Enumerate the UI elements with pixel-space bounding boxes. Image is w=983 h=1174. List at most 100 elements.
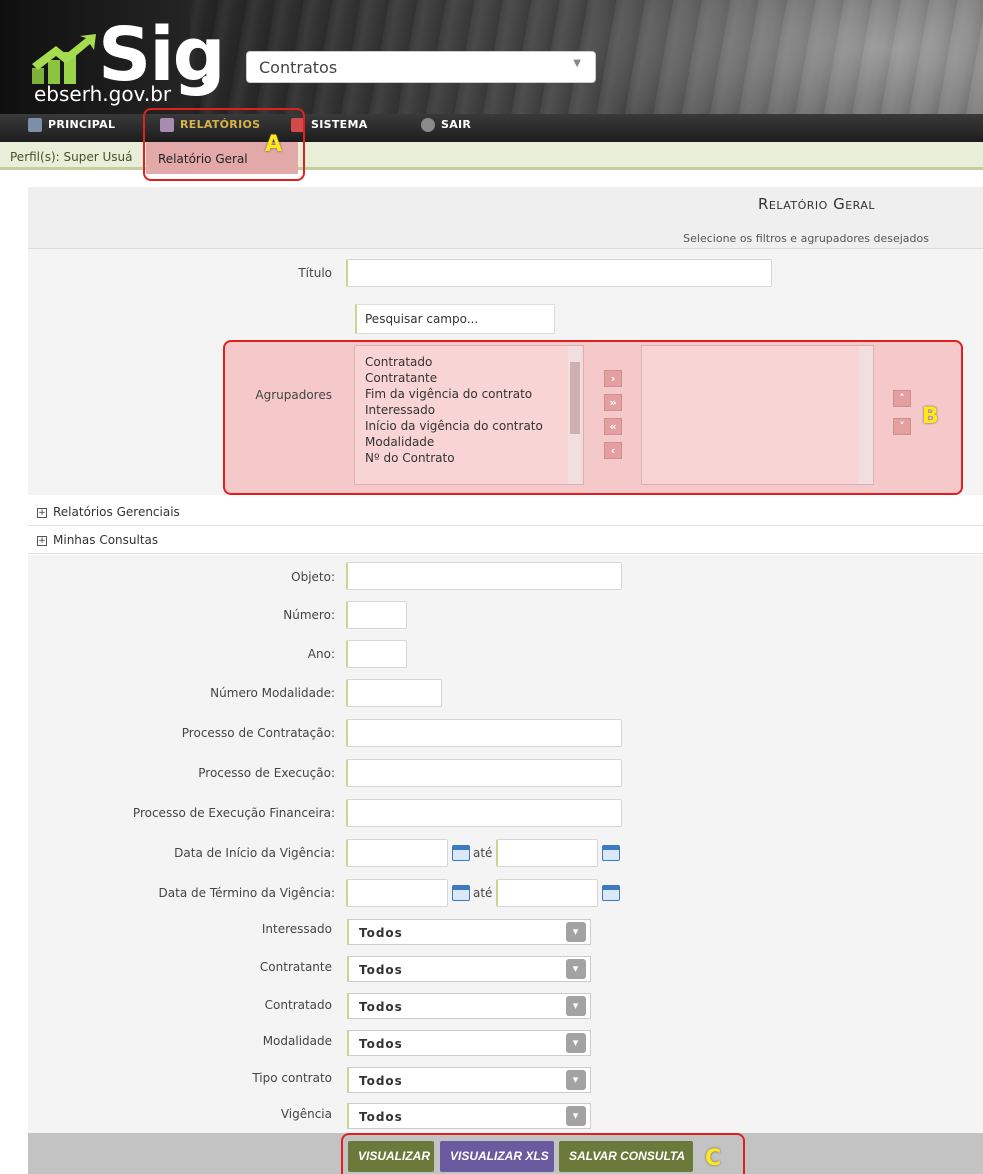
chevron-down-icon: ▾	[566, 959, 586, 979]
list-item[interactable]: Nº do Contrato	[365, 450, 573, 466]
home-icon	[28, 118, 42, 132]
agrupadores-label: Agrupadores	[255, 388, 332, 402]
processo-execucao-label: Processo de Execução:	[198, 766, 335, 780]
move-all-right-button[interactable]: »	[604, 394, 622, 411]
sig-logo[interactable]: Sig ebserh.gov.br	[30, 16, 226, 116]
move-down-button[interactable]: ˅	[893, 418, 911, 435]
annotation-letter-b: B	[922, 404, 939, 429]
titulo-input[interactable]	[346, 259, 772, 287]
menu-item-label: PRINCIPAL	[48, 118, 116, 131]
available-groupers-list[interactable]: Contratado Contratante Fim da vigência d…	[354, 345, 584, 485]
contratado-label: Contratado	[264, 998, 332, 1012]
chevron-down-icon: ▾	[566, 922, 586, 942]
expand-icon: +	[37, 535, 47, 546]
list-item[interactable]: Modalidade	[365, 434, 573, 450]
visualizar-xls-button[interactable]: VISUALIZAR XLS	[440, 1141, 554, 1172]
modalidade-select[interactable]: Todos ▾	[347, 1030, 591, 1056]
move-up-button[interactable]: ˄	[893, 390, 911, 407]
select-value: Todos	[359, 1037, 403, 1051]
list-item[interactable]: Contratado	[365, 354, 573, 370]
minhas-consultas-toggle[interactable]: + Minhas Consultas	[37, 533, 158, 547]
tipo-contrato-label: Tipo contrato	[252, 1071, 332, 1085]
list-item[interactable]: Início da vigência do contrato	[365, 418, 573, 434]
page-title: Relatório Geral	[757, 195, 875, 213]
contratante-select[interactable]: Todos ▾	[347, 956, 591, 982]
objeto-input[interactable]	[346, 562, 622, 590]
processo-execucao-financeira-label: Processo de Execução Financeira:	[132, 806, 335, 820]
ate-label: até	[473, 886, 493, 900]
contratante-label: Contratante	[259, 960, 332, 974]
numero-modalidade-label: Número Modalidade:	[210, 686, 335, 700]
expand-icon: +	[37, 507, 47, 518]
annotation-letter-a: A	[265, 132, 283, 157]
menu-item-label: SISTEMA	[311, 118, 368, 131]
numero-modalidade-input[interactable]	[346, 679, 442, 707]
search-input[interactable]: Pesquisar campo...	[355, 304, 555, 334]
processo-execucao-input[interactable]	[346, 759, 622, 787]
vigencia-select[interactable]: Todos ▾	[347, 1103, 591, 1129]
menu-item-sair[interactable]: SAIR	[421, 118, 471, 136]
data-termino-vigencia-label: Data de Término da Vigência:	[158, 886, 335, 900]
annotation-letter-c: C	[705, 1146, 722, 1171]
numero-label: Número:	[283, 608, 335, 622]
chevron-down-icon: ▾	[566, 1106, 586, 1126]
contratado-select[interactable]: Todos ▾	[347, 993, 591, 1019]
modalidade-label: Modalidade	[262, 1034, 332, 1048]
menu-item-principal[interactable]: PRINCIPAL	[28, 118, 115, 136]
data-inicio-from-input[interactable]	[346, 839, 448, 867]
select-value: Todos	[359, 1000, 403, 1014]
relatorios-gerenciais-toggle[interactable]: + Relatórios Gerenciais	[37, 505, 180, 519]
vigencia-label: Vigência	[280, 1107, 332, 1121]
objeto-label: Objeto:	[291, 570, 335, 584]
list-item[interactable]: Interessado	[365, 402, 573, 418]
list-item[interactable]: Fim da vigência do contrato	[365, 386, 573, 402]
list-item[interactable]: Contratante	[365, 370, 573, 386]
ano-label: Ano:	[307, 647, 335, 661]
menu-item-label: SAIR	[441, 118, 472, 131]
calendar-icon[interactable]	[602, 845, 620, 861]
processo-execucao-financeira-input[interactable]	[346, 799, 622, 827]
system-select[interactable]: Contratos ▼	[246, 51, 596, 83]
ate-label: até	[473, 846, 493, 860]
move-left-button[interactable]: ‹	[604, 442, 622, 459]
search-placeholder: Pesquisar campo...	[365, 312, 479, 326]
left-list-scrollbar[interactable]	[568, 346, 582, 484]
chevron-down-icon: ▼	[573, 58, 581, 69]
calendar-icon[interactable]	[452, 845, 470, 861]
minhas-consultas-row	[28, 526, 983, 554]
relatorios-gerenciais-label: Relatórios Gerenciais	[53, 505, 180, 519]
numero-input[interactable]	[346, 601, 407, 629]
titulo-label: Título	[298, 266, 332, 280]
move-right-button[interactable]: ›	[604, 370, 622, 387]
chevron-down-icon: ▾	[566, 996, 586, 1016]
selected-groupers-list[interactable]	[641, 345, 874, 485]
salvar-consulta-button[interactable]: SALVAR CONSULTA	[559, 1141, 693, 1172]
chevron-down-icon: ▾	[566, 1033, 586, 1053]
system-select-value: Contratos	[259, 58, 338, 77]
interessado-select[interactable]: Todos ▾	[347, 919, 591, 945]
tipo-contrato-select[interactable]: Todos ▾	[347, 1067, 591, 1093]
data-inicio-vigencia-label: Data de Início da Vigência:	[174, 846, 335, 860]
logo-dot	[202, 76, 210, 84]
page-subtitle: Selecione os filtros e agrupadores desej…	[683, 232, 929, 245]
data-inicio-to-input[interactable]	[496, 839, 598, 867]
processo-contratacao-label: Processo de Contratação:	[181, 726, 335, 740]
interessado-label: Interessado	[261, 922, 332, 936]
select-value: Todos	[359, 963, 403, 977]
ano-input[interactable]	[346, 640, 407, 668]
select-value: Todos	[359, 1110, 403, 1124]
visualizar-button[interactable]: VISUALIZAR	[348, 1141, 434, 1172]
processo-contratacao-input[interactable]	[346, 719, 622, 747]
select-value: Todos	[359, 1074, 403, 1088]
profile-text: Perfil(s): Super Usuá	[10, 150, 133, 164]
logo-domain: ebserh.gov.br	[34, 82, 172, 106]
right-list-scrollbar[interactable]	[859, 346, 873, 484]
calendar-icon[interactable]	[602, 885, 620, 901]
move-all-left-button[interactable]: «	[604, 418, 622, 435]
data-termino-from-input[interactable]	[346, 879, 448, 907]
logo-arrows-icon	[32, 34, 96, 84]
calendar-icon[interactable]	[452, 885, 470, 901]
select-value: Todos	[359, 926, 403, 940]
minhas-consultas-label: Minhas Consultas	[53, 533, 159, 547]
data-termino-to-input[interactable]	[496, 879, 598, 907]
